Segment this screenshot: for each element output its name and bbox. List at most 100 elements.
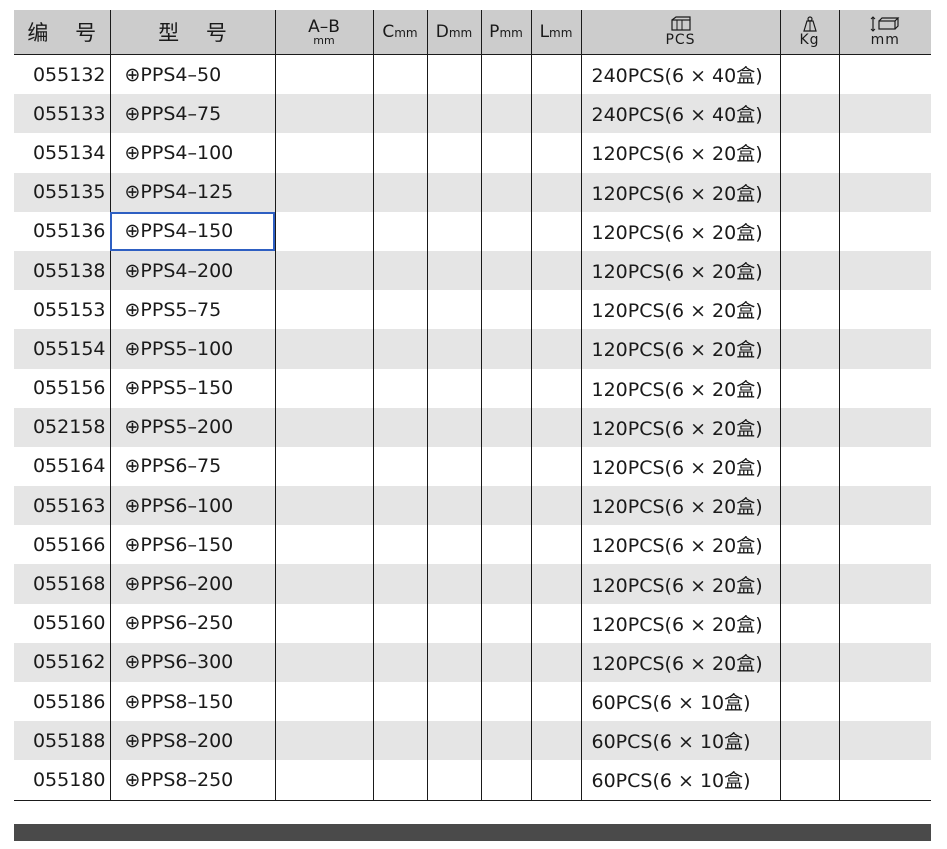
- model-cell[interactable]: ⊕PPS4–100: [109, 133, 275, 173]
- p-cell[interactable]: [480, 290, 531, 330]
- code-cell[interactable]: 055154: [14, 329, 110, 369]
- pcs-cell[interactable]: 240PCS(6 × 40盒): [580, 94, 780, 134]
- model-cell[interactable]: ⊕PPS5–100: [109, 329, 275, 369]
- p-cell[interactable]: [480, 760, 531, 801]
- pcs-cell[interactable]: 120PCS(6 × 20盒): [580, 642, 780, 682]
- d-cell[interactable]: [426, 564, 481, 604]
- pcs-cell[interactable]: 120PCS(6 × 20盒): [580, 329, 780, 369]
- p-cell[interactable]: [480, 446, 531, 487]
- pcs-cell[interactable]: 120PCS(6 × 20盒): [580, 407, 780, 447]
- p-cell[interactable]: [480, 721, 531, 761]
- code-cell[interactable]: 055162: [14, 642, 110, 682]
- size-cell[interactable]: [838, 54, 931, 95]
- ab-cell[interactable]: [274, 525, 373, 565]
- d-cell[interactable]: [426, 94, 481, 134]
- code-cell[interactable]: 055186: [14, 682, 110, 721]
- size-cell[interactable]: [838, 525, 931, 565]
- code-cell[interactable]: 055133: [14, 94, 110, 134]
- l-cell[interactable]: [530, 486, 581, 526]
- p-cell[interactable]: [480, 486, 531, 526]
- d-cell[interactable]: [426, 721, 481, 761]
- c-cell[interactable]: [372, 54, 427, 95]
- c-cell[interactable]: [372, 642, 427, 682]
- d-cell[interactable]: [426, 290, 481, 330]
- code-cell[interactable]: 055136: [14, 212, 110, 251]
- size-cell[interactable]: [838, 329, 931, 369]
- l-cell[interactable]: [530, 133, 581, 173]
- ab-cell[interactable]: [274, 603, 373, 643]
- model-cell[interactable]: ⊕PPS8–200: [109, 721, 275, 761]
- kg-cell[interactable]: [779, 564, 839, 604]
- p-cell[interactable]: [480, 172, 531, 212]
- l-cell[interactable]: [530, 721, 581, 761]
- p-cell[interactable]: [480, 564, 531, 604]
- d-cell[interactable]: [426, 329, 481, 369]
- p-cell[interactable]: [480, 54, 531, 95]
- d-cell[interactable]: [426, 486, 481, 526]
- d-cell[interactable]: [426, 446, 481, 487]
- p-cell[interactable]: [480, 329, 531, 369]
- pcs-cell[interactable]: 120PCS(6 × 20盒): [580, 290, 780, 330]
- size-cell[interactable]: [838, 486, 931, 526]
- p-cell[interactable]: [480, 250, 531, 291]
- code-cell[interactable]: 055164: [14, 447, 110, 486]
- pcs-cell[interactable]: 120PCS(6 × 20盒): [580, 525, 780, 565]
- c-cell[interactable]: [372, 760, 427, 801]
- model-cell[interactable]: ⊕PPS4–150: [109, 211, 275, 251]
- size-cell[interactable]: [838, 94, 931, 134]
- code-cell[interactable]: 055163: [14, 486, 110, 526]
- pcs-cell[interactable]: 60PCS(6 × 10盒): [580, 682, 780, 722]
- p-cell[interactable]: [480, 211, 531, 251]
- l-cell[interactable]: [530, 603, 581, 643]
- model-cell[interactable]: ⊕PPS4–200: [109, 250, 275, 291]
- c-cell[interactable]: [372, 172, 427, 212]
- l-cell[interactable]: [530, 682, 581, 722]
- c-cell[interactable]: [372, 721, 427, 761]
- pcs-cell[interactable]: 120PCS(6 × 20盒): [580, 564, 780, 604]
- code-cell[interactable]: 055135: [14, 172, 110, 212]
- p-cell[interactable]: [480, 368, 531, 408]
- l-cell[interactable]: [530, 172, 581, 212]
- size-cell[interactable]: [838, 250, 931, 291]
- model-cell[interactable]: ⊕PPS8–250: [109, 760, 275, 801]
- size-cell[interactable]: [838, 290, 931, 330]
- l-cell[interactable]: [530, 446, 581, 487]
- p-cell[interactable]: [480, 682, 531, 722]
- code-cell[interactable]: 052158: [14, 407, 110, 447]
- d-cell[interactable]: [426, 250, 481, 291]
- d-cell[interactable]: [426, 368, 481, 408]
- c-cell[interactable]: [372, 682, 427, 722]
- code-cell[interactable]: 055166: [14, 525, 110, 564]
- l-cell[interactable]: [530, 94, 581, 134]
- pcs-cell[interactable]: 60PCS(6 × 10盒): [580, 760, 780, 801]
- pcs-cell[interactable]: 120PCS(6 × 20盒): [580, 133, 780, 173]
- code-cell[interactable]: 055138: [14, 250, 110, 291]
- l-cell[interactable]: [530, 407, 581, 447]
- size-cell[interactable]: [838, 721, 931, 761]
- ab-cell[interactable]: [274, 682, 373, 722]
- kg-cell[interactable]: [779, 760, 839, 801]
- ab-cell[interactable]: [274, 642, 373, 682]
- c-cell[interactable]: [372, 603, 427, 643]
- size-cell[interactable]: [838, 133, 931, 173]
- size-cell[interactable]: [838, 172, 931, 212]
- d-cell[interactable]: [426, 642, 481, 682]
- c-cell[interactable]: [372, 446, 427, 487]
- kg-cell[interactable]: [779, 94, 839, 134]
- c-cell[interactable]: [372, 290, 427, 330]
- model-cell[interactable]: ⊕PPS6–100: [109, 486, 275, 526]
- d-cell[interactable]: [426, 172, 481, 212]
- ab-cell[interactable]: [274, 172, 373, 212]
- size-cell[interactable]: [838, 760, 931, 801]
- ab-cell[interactable]: [274, 486, 373, 526]
- kg-cell[interactable]: [779, 642, 839, 682]
- code-cell[interactable]: 055156: [14, 369, 110, 408]
- l-cell[interactable]: [530, 525, 581, 565]
- model-cell[interactable]: ⊕PPS5–150: [109, 368, 275, 408]
- size-cell[interactable]: [838, 682, 931, 722]
- l-cell[interactable]: [530, 329, 581, 369]
- ab-cell[interactable]: [274, 721, 373, 761]
- c-cell[interactable]: [372, 133, 427, 173]
- pcs-cell[interactable]: 120PCS(6 × 20盒): [580, 446, 780, 487]
- code-cell[interactable]: 055153: [14, 290, 110, 329]
